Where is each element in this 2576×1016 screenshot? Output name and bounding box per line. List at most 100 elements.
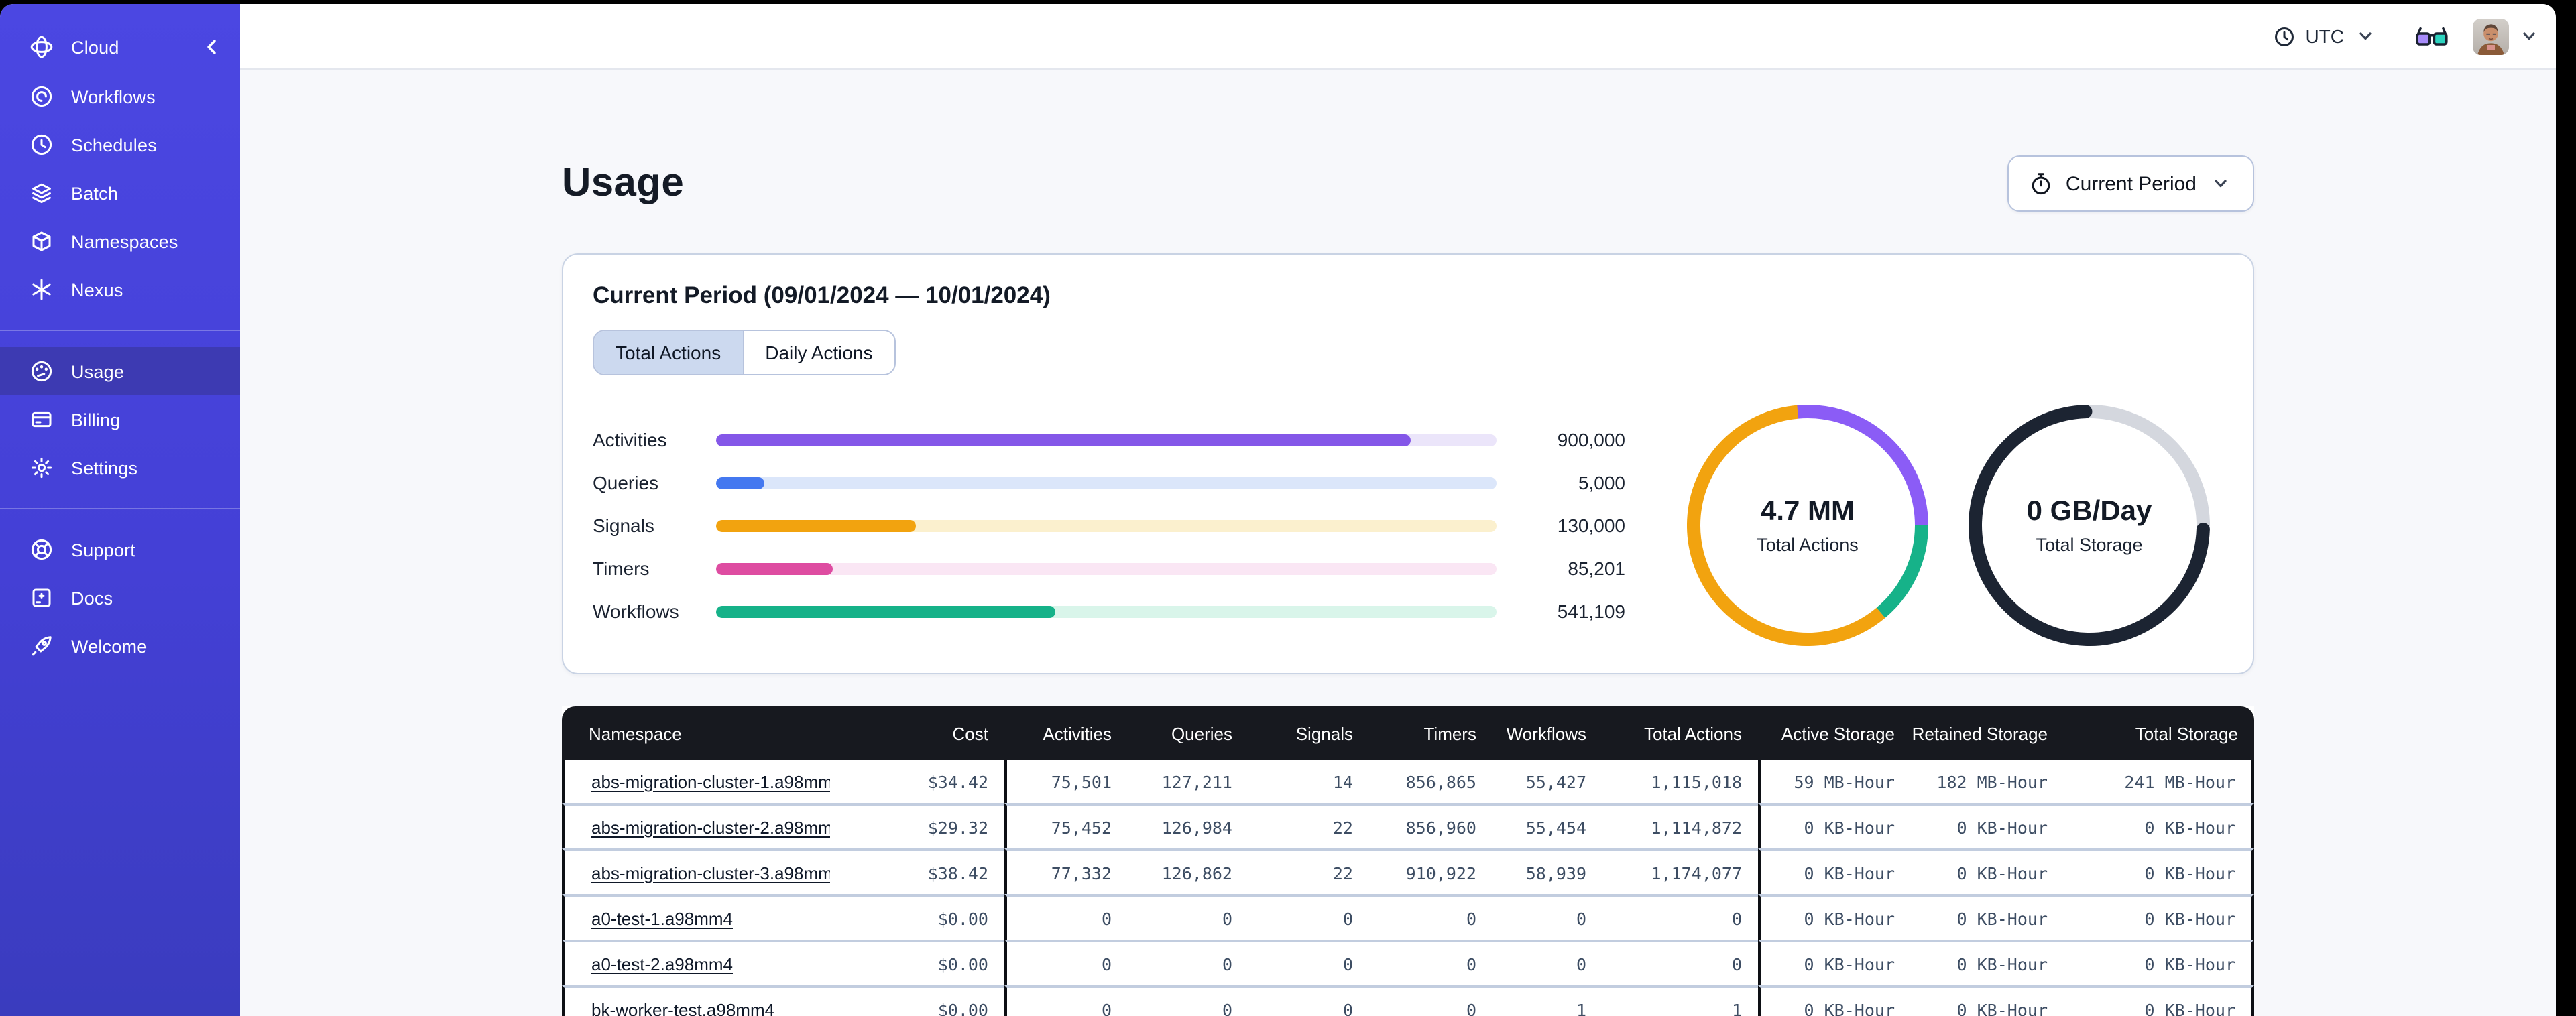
workflows-icon bbox=[30, 84, 54, 109]
sidebar-item-support[interactable]: Support bbox=[0, 525, 240, 574]
cell-signals: 0 bbox=[1248, 894, 1369, 940]
donut-total-actions: 4.7 MM Total Actions bbox=[1687, 405, 1928, 646]
usage-gauge-icon bbox=[30, 359, 54, 383]
table-row: abs-migration-cluster-3.a98mm4 $38.42 77,3… bbox=[562, 848, 2254, 894]
bar-track bbox=[716, 562, 1497, 574]
table-row: a0-test-1.a98mm4 $0.00 0 0 0 0 0 0 0 KB-Hour 0 KB… bbox=[562, 894, 2254, 940]
sidebar-item-billing[interactable]: Billing bbox=[0, 395, 240, 444]
bar-fill bbox=[716, 519, 916, 531]
cell-total-storage: 0 KB-Hour bbox=[2064, 940, 2254, 985]
user-avatar[interactable] bbox=[2473, 18, 2509, 54]
namespace-link[interactable]: abs-migration-cluster-1.a98mm4 bbox=[591, 771, 830, 791]
cell-cost: $34.42 bbox=[830, 760, 1004, 803]
tab-daily-actions[interactable]: Daily Actions bbox=[742, 331, 894, 374]
chevron-down-icon[interactable] bbox=[2521, 28, 2537, 44]
docs-book-icon bbox=[30, 586, 54, 610]
cell-signals: 22 bbox=[1248, 803, 1369, 848]
bar-label: Signals bbox=[593, 515, 654, 536]
cell-timers: 0 bbox=[1369, 985, 1492, 1016]
cell-retained-storage: 0 KB-Hour bbox=[1911, 803, 2064, 848]
period-selector-button[interactable]: Current Period bbox=[2007, 155, 2254, 212]
chevron-left-icon[interactable] bbox=[200, 35, 224, 59]
donut-total-storage: 0 GB/Day Total Storage bbox=[1969, 405, 2210, 646]
sidebar-item-nexus[interactable]: Nexus bbox=[0, 265, 240, 314]
bar-label: Activities bbox=[593, 429, 667, 450]
cell-total-storage: 241 MB-Hour bbox=[2064, 760, 2254, 803]
namespace-link[interactable]: abs-migration-cluster-2.a98mm4 bbox=[591, 817, 830, 837]
sidebar-item-usage[interactable]: Usage bbox=[0, 347, 240, 395]
sidebar-item-docs[interactable]: Docs bbox=[0, 574, 240, 622]
batch-icon bbox=[30, 181, 54, 205]
sidebar-item-cloud[interactable]: Cloud bbox=[0, 23, 240, 71]
bar-label: Workflows bbox=[593, 600, 679, 622]
cell-active-storage: 0 KB-Hour bbox=[1758, 985, 1911, 1016]
table-header-row: Namespace Cost Activities Queries Signals Tim… bbox=[562, 706, 2254, 760]
timezone-selector[interactable]: UTC bbox=[2272, 24, 2378, 48]
cell-namespace: bk-worker-test.a98mm4 bbox=[562, 985, 830, 1016]
actions-bar-chart: Activities 900,000 Queries 5,000 Signals 130,… bbox=[593, 418, 1625, 633]
donut-value: 0 GB/Day bbox=[2026, 496, 2152, 527]
bar-track bbox=[716, 605, 1497, 617]
donut-label: Total Storage bbox=[2036, 535, 2143, 555]
cell-active-storage: 59 MB-Hour bbox=[1758, 760, 1911, 803]
bar-value: 5,000 bbox=[1578, 472, 1625, 493]
sidebar-divider bbox=[0, 508, 240, 509]
column-header-queries: Queries bbox=[1128, 706, 1248, 760]
sidebar-item-namespaces[interactable]: Namespaces bbox=[0, 217, 240, 265]
bar-label: Queries bbox=[593, 472, 659, 493]
sidebar-item-batch[interactable]: Batch bbox=[0, 169, 240, 217]
schedules-icon bbox=[30, 133, 54, 157]
cell-signals: 14 bbox=[1248, 760, 1369, 803]
sidebar-item-schedules[interactable]: Schedules bbox=[0, 121, 240, 169]
cell-activities: 77,332 bbox=[1004, 848, 1128, 894]
sidebar-divider bbox=[0, 330, 240, 331]
cell-total-actions: 1,174,077 bbox=[1602, 848, 1758, 894]
page-title: Usage bbox=[562, 161, 685, 205]
support-lifebuoy-icon bbox=[30, 537, 54, 562]
column-header-workflows: Workflows bbox=[1492, 706, 1602, 760]
cell-retained-storage: 182 MB-Hour bbox=[1911, 760, 2064, 803]
cell-signals: 0 bbox=[1248, 940, 1369, 985]
bar-value: 541,109 bbox=[1557, 600, 1625, 622]
cell-queries: 126,984 bbox=[1128, 803, 1248, 848]
sidebar-item-welcome[interactable]: Welcome bbox=[0, 622, 240, 670]
bar-row-signals: Signals 130,000 bbox=[593, 504, 1625, 547]
chevron-down-icon bbox=[2353, 24, 2378, 48]
tab-total-actions[interactable]: Total Actions bbox=[594, 331, 743, 374]
page-head: Usage Current Period bbox=[562, 155, 2254, 212]
sidebar-item-label: Usage bbox=[71, 361, 125, 381]
sidebar-item-settings[interactable]: Settings bbox=[0, 444, 240, 492]
namespace-link[interactable]: a0-test-2.a98mm4 bbox=[591, 954, 733, 974]
cell-activities: 75,501 bbox=[1004, 760, 1128, 803]
cell-retained-storage: 0 KB-Hour bbox=[1911, 985, 2064, 1016]
column-header-retained-storage: Retained Storage bbox=[1911, 706, 2064, 760]
table-row: abs-migration-cluster-1.a98mm4 $34.42 75,5… bbox=[562, 760, 2254, 803]
stopwatch-icon bbox=[2030, 172, 2054, 196]
content-container: Usage Current Period Current Period (09/… bbox=[562, 70, 2254, 1016]
chart-row: Activities 900,000 Queries 5,000 Signals 130,… bbox=[593, 405, 2223, 646]
cell-cost: $38.42 bbox=[830, 848, 1004, 894]
sidebar-item-label: Batch bbox=[71, 183, 119, 203]
cell-signals: 22 bbox=[1248, 848, 1369, 894]
cell-workflows: 55,454 bbox=[1492, 803, 1602, 848]
cell-total-actions: 1,114,872 bbox=[1602, 803, 1758, 848]
bar-row-workflows: Workflows 541,109 bbox=[593, 590, 1625, 633]
column-header-cost: Cost bbox=[830, 706, 1004, 760]
usage-summary-card: Current Period (09/01/2024 — 10/01/2024)… bbox=[562, 253, 2254, 674]
namespace-link[interactable]: a0-test-1.a98mm4 bbox=[591, 908, 733, 928]
top-header: UTC bbox=[240, 4, 2556, 70]
sidebar: Cloud Workflows Schedules Batch Namespaces N… bbox=[0, 4, 240, 1016]
bar-row-timers: Timers 85,201 bbox=[593, 547, 1625, 590]
settings-gear-icon bbox=[30, 456, 54, 480]
namespace-link[interactable]: bk-worker-test.a98mm4 bbox=[591, 999, 774, 1016]
cell-workflows: 0 bbox=[1492, 894, 1602, 940]
bar-value: 85,201 bbox=[1568, 558, 1625, 579]
namespace-link[interactable]: abs-migration-cluster-3.a98mm4 bbox=[591, 863, 830, 883]
cell-total-actions: 1,115,018 bbox=[1602, 760, 1758, 803]
cell-workflows: 58,939 bbox=[1492, 848, 1602, 894]
column-header-timers: Timers bbox=[1369, 706, 1492, 760]
cell-cost: $0.00 bbox=[830, 940, 1004, 985]
column-header-activities: Activities bbox=[1004, 706, 1128, 760]
glasses-icon[interactable] bbox=[2415, 25, 2449, 47]
sidebar-item-workflows[interactable]: Workflows bbox=[0, 72, 240, 121]
